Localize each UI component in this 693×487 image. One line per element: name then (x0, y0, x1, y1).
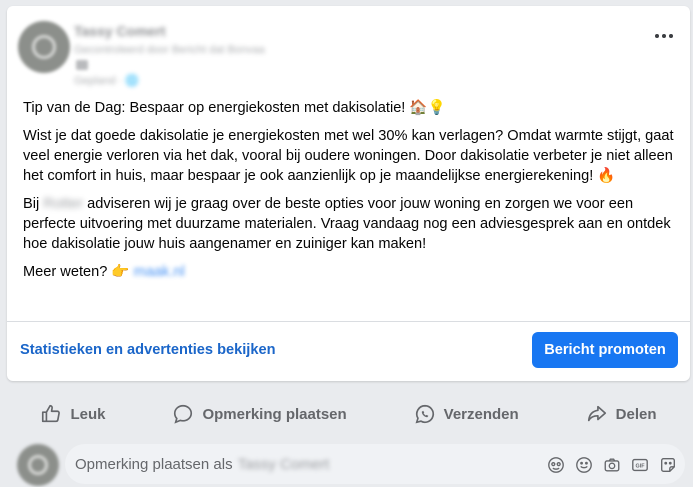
p3-rest: adviseren wij je graag over de beste opt… (23, 196, 671, 252)
comment-placeholder: Opmerking plaatsen als (75, 455, 233, 473)
send-label: Verzenden (443, 405, 519, 423)
svg-text:GIF: GIF (636, 463, 646, 469)
comment-label: Opmerking plaatsen (202, 405, 347, 423)
p3-prefix: Bij (23, 196, 40, 212)
like-button[interactable]: Leuk (30, 397, 115, 431)
emoji-icon[interactable] (575, 456, 593, 474)
meta-icon (76, 60, 88, 70)
camera-icon[interactable] (603, 456, 621, 474)
post-text-line1: Tip van de Dag: Bespaar op energiekosten… (23, 100, 446, 116)
commenter-name: Tassy Comert (237, 455, 330, 473)
stats-row: Statistieken en advertenties bekijken Be… (7, 322, 690, 378)
more-info-line: Meer weten? 👉 maak.nl (23, 262, 683, 282)
comment-composer: Opmerking plaatsen als Tassy Comert GIF (7, 438, 690, 487)
more-options-icon[interactable] (652, 28, 676, 44)
post-text-paragraph3: Bij Rotter adviseren wij je graag over d… (23, 194, 683, 254)
sticker-icon[interactable] (659, 456, 677, 474)
comment-input[interactable]: Opmerking plaatsen als Tassy Comert GIF (65, 444, 685, 484)
like-icon (42, 404, 61, 423)
view-stats-link[interactable]: Statistieken en advertenties bekijken (20, 342, 276, 358)
comment-icon (174, 404, 193, 424)
page-name[interactable]: Tassy Comert (74, 23, 166, 39)
promote-post-button[interactable]: Bericht promoten (532, 332, 678, 368)
page-avatar[interactable] (18, 21, 70, 73)
post-text-paragraph2: Wist je dat goede dakisolatie je energie… (23, 128, 674, 184)
share-icon (587, 405, 606, 422)
share-button[interactable]: Delen (576, 397, 667, 431)
avatar-sticker-icon[interactable] (547, 456, 565, 474)
gif-icon[interactable]: GIF (631, 456, 649, 474)
like-label: Leuk (70, 405, 106, 423)
more-link[interactable]: maak.nl (134, 264, 185, 280)
send-icon (415, 404, 434, 424)
comment-button[interactable]: Opmerking plaatsen (162, 397, 356, 431)
comment-tools: GIF (547, 456, 677, 474)
commenter-avatar[interactable] (17, 444, 59, 486)
company-name: Rotter (43, 196, 84, 212)
post-body: Tip van de Dag: Bespaar op energiekosten… (23, 98, 683, 290)
post-date[interactable]: Gepland · 🌐 (74, 74, 139, 87)
post-card: Tassy Comert Gecontroleerd door Bericht … (7, 6, 690, 381)
post-actions: Leuk Opmerking plaatsen Verzenden Delen (7, 392, 690, 436)
post-header: Tassy Comert Gecontroleerd door Bericht … (7, 6, 690, 96)
send-button[interactable]: Verzenden (404, 397, 529, 431)
more-label: Meer weten? 👉 (23, 264, 130, 280)
post-subtitle: Gecontroleerd door Bericht dat Bonvaa (74, 44, 265, 56)
share-label: Delen (615, 405, 657, 423)
